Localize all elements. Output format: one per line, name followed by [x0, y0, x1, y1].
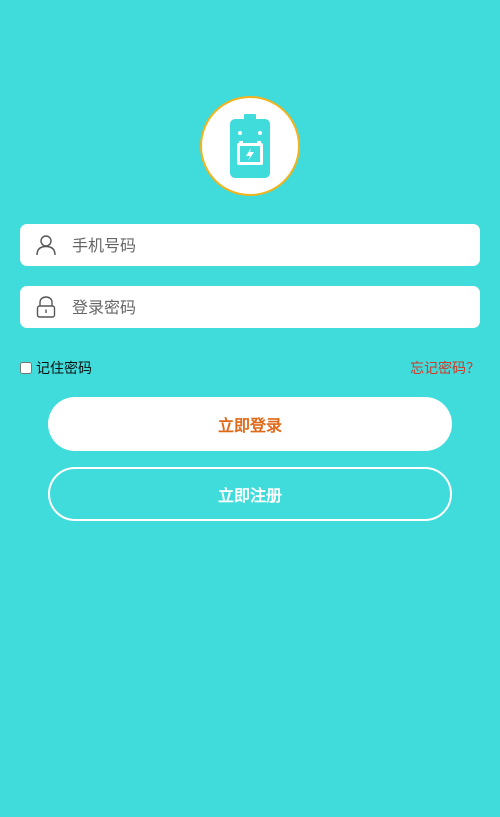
- phone-field[interactable]: [20, 224, 480, 266]
- phone-input[interactable]: [70, 229, 454, 261]
- login-options: 记住密码 忘记密码？: [20, 358, 480, 378]
- login-button[interactable]: 立即登录: [48, 397, 452, 451]
- user-icon: [34, 233, 58, 257]
- register-button[interactable]: 立即注册: [48, 467, 452, 521]
- lock-icon: [34, 295, 58, 319]
- password-input[interactable]: [70, 291, 454, 323]
- remember-checkbox[interactable]: [20, 362, 32, 374]
- password-field[interactable]: [20, 286, 480, 328]
- remember-label: 记住密码: [36, 361, 92, 377]
- forgot-password-link[interactable]: 忘记密码？: [410, 358, 480, 378]
- remember-password[interactable]: 记住密码: [20, 358, 92, 378]
- app-logo: [200, 96, 300, 196]
- battery-icon: [230, 114, 270, 178]
